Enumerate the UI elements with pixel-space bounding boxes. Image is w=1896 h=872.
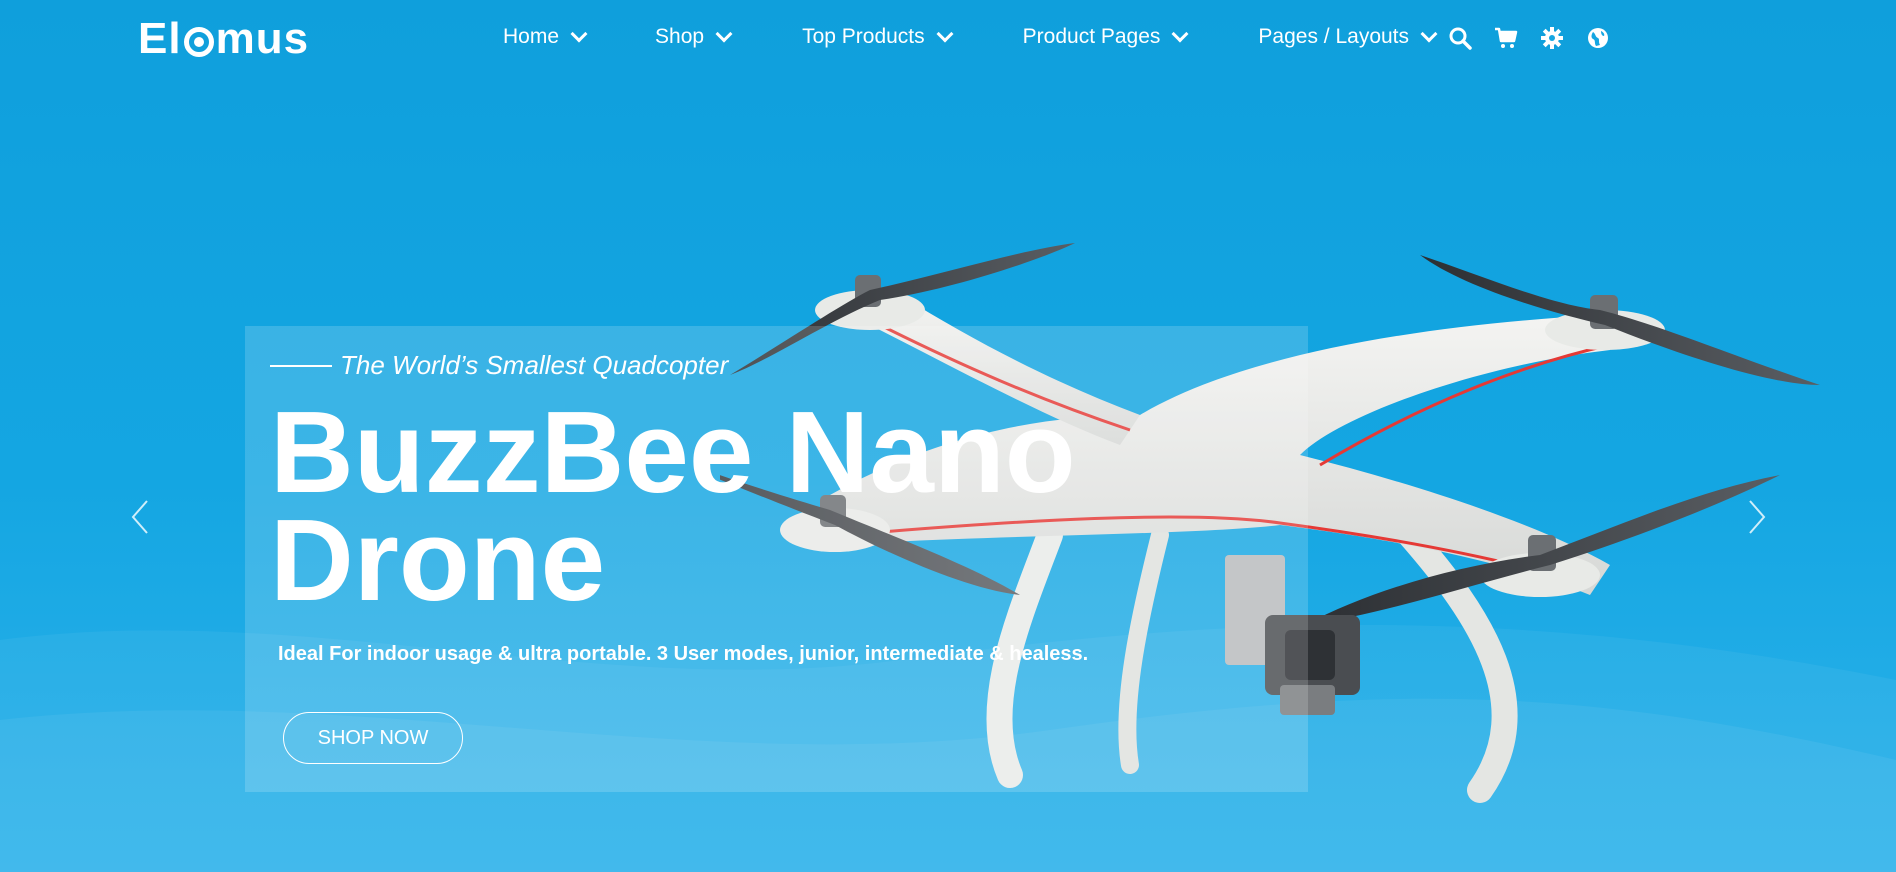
gear-icon[interactable] xyxy=(1540,26,1564,50)
slider-prev-arrow-icon[interactable] xyxy=(125,497,161,537)
logo-ring-icon xyxy=(183,27,214,57)
chevron-down-icon xyxy=(936,25,954,43)
hero-title-line1: BuzzBee Nano xyxy=(270,387,1076,517)
chevron-down-icon xyxy=(570,25,588,43)
hero-description: Ideal For indoor usage & ultra portable.… xyxy=(278,643,1089,665)
nav-item-label: Pages / Layouts xyxy=(1258,25,1410,48)
chevron-down-icon xyxy=(1420,25,1438,43)
chevron-down-icon xyxy=(715,25,733,43)
cart-icon[interactable] xyxy=(1494,26,1518,50)
globe-icon[interactable] xyxy=(1586,26,1610,50)
shop-now-button[interactable]: SHOP NOW xyxy=(283,712,463,764)
nav-item-label: Shop xyxy=(655,25,705,48)
nav-item-shop[interactable]: Shop xyxy=(655,22,733,52)
search-icon[interactable] xyxy=(1448,26,1472,50)
chevron-down-icon xyxy=(1171,25,1189,43)
nav-item-label: Top Products xyxy=(802,25,925,48)
hero-title-line2: Drone xyxy=(270,495,606,625)
hero-title: BuzzBee Nano Drone xyxy=(270,387,1076,625)
hero-tagline-text: The World’s Smallest Quadcopter xyxy=(340,350,729,380)
nav-item-top-products[interactable]: Top Products xyxy=(802,22,954,52)
header-tools xyxy=(1448,26,1610,50)
nav-item-label: Home xyxy=(503,25,560,48)
tagline-dash xyxy=(270,364,332,367)
nav-item-product-pages[interactable]: Product Pages xyxy=(1022,22,1189,52)
nav-item-pages-layouts[interactable]: Pages / Layouts xyxy=(1258,22,1438,52)
nav-item-label: Product Pages xyxy=(1022,25,1161,48)
brand-logo[interactable]: El mus xyxy=(138,14,309,64)
nav-item-home[interactable]: Home xyxy=(503,22,588,52)
hero-tagline: The World’s Smallest Quadcopter xyxy=(270,350,728,381)
logo-text-right: mus xyxy=(215,14,310,63)
main-nav: Home Shop Top Products Product Pages Pag… xyxy=(503,22,1438,52)
logo-text-left: El xyxy=(138,14,182,63)
